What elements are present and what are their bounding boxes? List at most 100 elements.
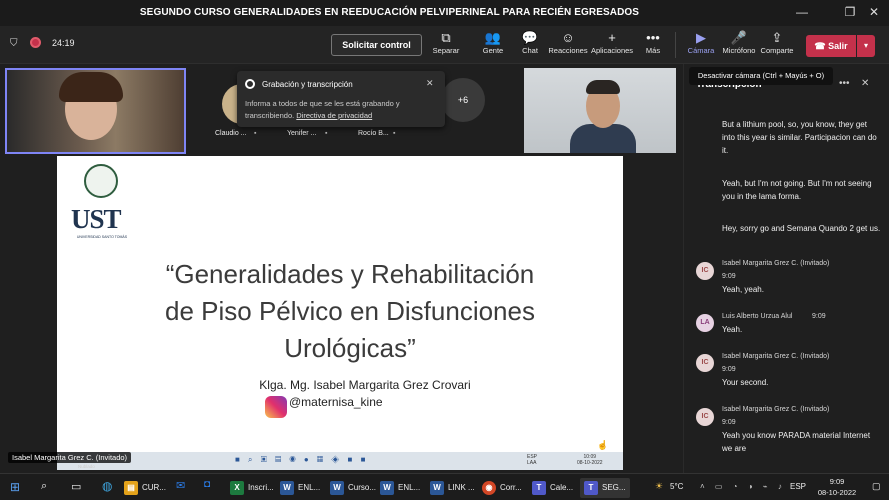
recording-icon	[30, 37, 41, 48]
taskbar-app-label: ENL...	[398, 483, 421, 492]
apps-button[interactable]: + Aplicaciones	[590, 29, 634, 55]
windows-start-icon[interactable]: ⊞	[10, 480, 20, 494]
recording-notice-body: Informa a todos de que se les está graba…	[245, 98, 441, 122]
slide-instagram: @maternisa_kine	[289, 395, 383, 409]
participant-name-1: Claudio ...	[215, 130, 247, 137]
transcript-speaker: Luis Alberto Urzua Alul	[722, 313, 793, 320]
system-clock[interactable]: 9:09 08-10-2022	[812, 476, 862, 498]
mic-muted-icon: ▪	[254, 130, 257, 137]
shared-clock: 10:09 08-10-2022	[577, 454, 603, 466]
taskbar-app[interactable]: W Curso...	[330, 478, 376, 498]
mic-muted-icon: ▪	[393, 130, 396, 137]
taskbar-app[interactable]: T Cale...	[532, 478, 573, 498]
taskbar-app-label: SEG...	[602, 483, 626, 492]
transcript-time: 9:09	[722, 273, 736, 280]
search-icon[interactable]: ⌕	[41, 480, 47, 493]
participant-video-tile[interactable]	[524, 68, 676, 153]
slide-title-line: Urológicas”	[284, 333, 416, 363]
popout-icon: ⧉	[441, 30, 451, 45]
camera-label: Cámara	[687, 46, 715, 55]
transcript-time: 9:09	[722, 366, 736, 373]
taskbar-app-label: Inscri...	[248, 483, 274, 492]
transcript-speaker: Isabel Margarita Grez C. (Invitado)	[722, 260, 830, 267]
notification-icon[interactable]: ▢	[872, 481, 881, 492]
chrome-icon: ◉	[482, 480, 496, 495]
more-icon: •••	[646, 30, 660, 45]
share-button[interactable]: ⇪ Comparte	[755, 29, 799, 55]
teams-icon: T	[584, 480, 598, 495]
taskbar-app[interactable]: ▤ CUR...	[124, 478, 166, 498]
title-bar: SEGUNDO CURSO GENERALIDADES EN REEDUCACI…	[0, 0, 889, 26]
taskbar-app-label: Corr...	[500, 483, 522, 492]
more-label: Más	[645, 46, 661, 55]
taskbar-app-label: Curso...	[348, 483, 377, 492]
request-control-button[interactable]: Solicitar control	[331, 34, 422, 56]
slide-title-line: “Generalidades y Rehabilitación	[165, 259, 535, 289]
more-icon[interactable]: •••	[839, 78, 850, 89]
outlook-icon[interactable]: ◘	[204, 479, 210, 490]
minimize-icon[interactable]: —	[790, 5, 814, 21]
transcript-time: 9:09	[812, 313, 826, 320]
popout-button[interactable]: ⧉ Separar	[424, 29, 468, 55]
avatar: IC	[696, 262, 714, 280]
share-icon: ⇪	[771, 30, 783, 45]
taskbar-app[interactable]: W ENL...	[280, 478, 320, 498]
slide-author: Klga. Mg. Isabel Margarita Grez Crovari	[259, 378, 471, 392]
transcript-text: But a lithium pool, so, you know, they g…	[722, 120, 877, 155]
mail-icon[interactable]: ✉	[176, 479, 185, 492]
close-icon[interactable]: ✕	[862, 5, 886, 21]
recording-notice: Grabación y transcripción ✕ Informa a to…	[237, 71, 445, 127]
presenter-sublabel: Nublado	[78, 464, 95, 469]
reactions-button[interactable]: ☺ Reacciones	[546, 29, 590, 55]
clock-date: 08-10-2022	[817, 488, 857, 497]
excel-icon: X	[230, 480, 244, 495]
clock-time: 9:09	[829, 477, 845, 486]
word-icon: W	[280, 480, 294, 495]
taskbar-app[interactable]: W LINK ...	[430, 478, 475, 498]
person-hair	[59, 72, 123, 102]
close-icon[interactable]: ✕	[861, 78, 869, 89]
meeting-stage: +6 Claudio ... ▪ Yenifer ... ▪ Rocío B..…	[0, 64, 683, 470]
presenter-video-tile[interactable]	[5, 68, 186, 154]
language-indicator[interactable]: ESP	[790, 482, 806, 491]
calendar-icon: T	[532, 480, 546, 495]
privacy-link[interactable]: Directiva de privacidad	[296, 111, 372, 120]
slide-title-line: de Piso Pélvico en Disfunciones	[165, 296, 535, 326]
transcript-text: Yeah, but I'm not going. But I'm not see…	[722, 179, 872, 201]
close-icon[interactable]: ✕	[426, 78, 434, 89]
share-label: Comparte	[760, 46, 794, 55]
chevron-down-icon: ▾	[863, 41, 868, 50]
taskbar-app[interactable]: ◉ Corr...	[482, 478, 522, 498]
university-logo: UST	[71, 204, 122, 234]
restore-icon[interactable]: ❐	[838, 5, 862, 21]
cursor-icon: ☝	[597, 440, 609, 450]
plus-icon: +	[608, 30, 616, 45]
taskbar-app-active[interactable]: T SEG...	[580, 478, 630, 498]
tray-icons[interactable]: ˄ ▭ ◔ ◑ ⌁ ♪	[700, 482, 786, 491]
mic-muted-icon: ▪	[325, 130, 328, 137]
transcript-speaker: Isabel Margarita Grez C. (Invitado)	[722, 406, 830, 413]
word-icon: W	[330, 480, 344, 495]
task-view-icon[interactable]: ▭	[71, 480, 81, 493]
shield-icon: ⛉	[10, 38, 18, 49]
university-seal	[84, 164, 118, 198]
reactions-icon: ☺	[561, 30, 575, 45]
taskbar-app-label: CUR...	[142, 483, 166, 492]
microphone-label: Micrófono	[722, 46, 756, 55]
weather-temp: 5°C	[670, 482, 684, 491]
avatar: LA	[696, 314, 714, 332]
taskbar-app[interactable]: X Inscri...	[230, 478, 274, 498]
more-button[interactable]: ••• Más	[631, 29, 675, 55]
leave-button[interactable]: ☎ Salir	[806, 35, 856, 57]
leave-dropdown[interactable]: ▾	[857, 35, 875, 57]
taskbar-app[interactable]: W ENL...	[380, 478, 420, 498]
reactions-label: Reacciones	[548, 46, 588, 55]
participant-name-3: Rocío B...	[358, 130, 389, 137]
university-subtitle: UNIVERSIDAD SANTO TOMÁS	[76, 235, 128, 239]
camera-tooltip: Desactivar cámara (Ctrl + Mayús + O)	[689, 67, 833, 85]
edge-icon[interactable]: ◍	[102, 479, 112, 493]
apps-label: Aplicaciones	[590, 46, 634, 55]
participants-overflow[interactable]: +6	[441, 78, 485, 122]
word-icon: W	[430, 480, 444, 495]
taskbar-app-label: Cale...	[550, 483, 574, 492]
